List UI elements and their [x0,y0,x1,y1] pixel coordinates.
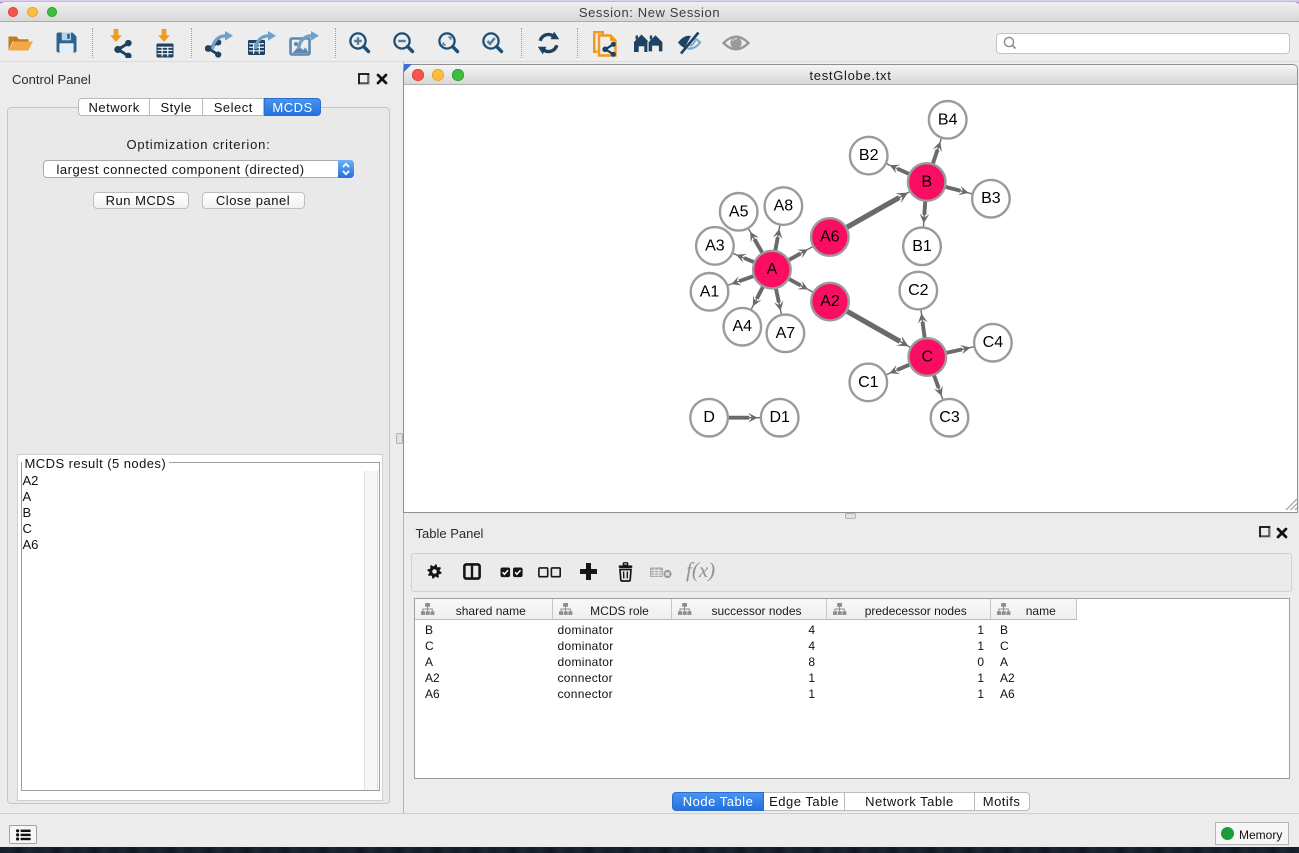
svg-text:C1: C1 [858,374,879,391]
svg-text:C3: C3 [939,409,960,426]
svg-text:B1: B1 [912,238,932,255]
svg-text:C2: C2 [908,282,929,299]
svg-text:A6: A6 [820,229,840,246]
svg-text:D1: D1 [769,409,790,426]
svg-text:B: B [921,174,932,191]
svg-text:A4: A4 [733,318,753,335]
svg-text:A8: A8 [774,198,794,215]
svg-text:A5: A5 [729,203,749,220]
svg-text:A2: A2 [820,293,840,310]
svg-text:D: D [703,409,715,426]
svg-text:A: A [767,261,778,278]
svg-text:B3: B3 [981,190,1001,207]
svg-text:A1: A1 [700,283,720,300]
svg-text:A7: A7 [776,325,796,342]
svg-text:C: C [922,349,934,366]
svg-text:B2: B2 [859,147,879,164]
svg-text:C4: C4 [983,334,1004,351]
svg-text:A3: A3 [705,237,725,254]
svg-text:B4: B4 [938,111,958,128]
